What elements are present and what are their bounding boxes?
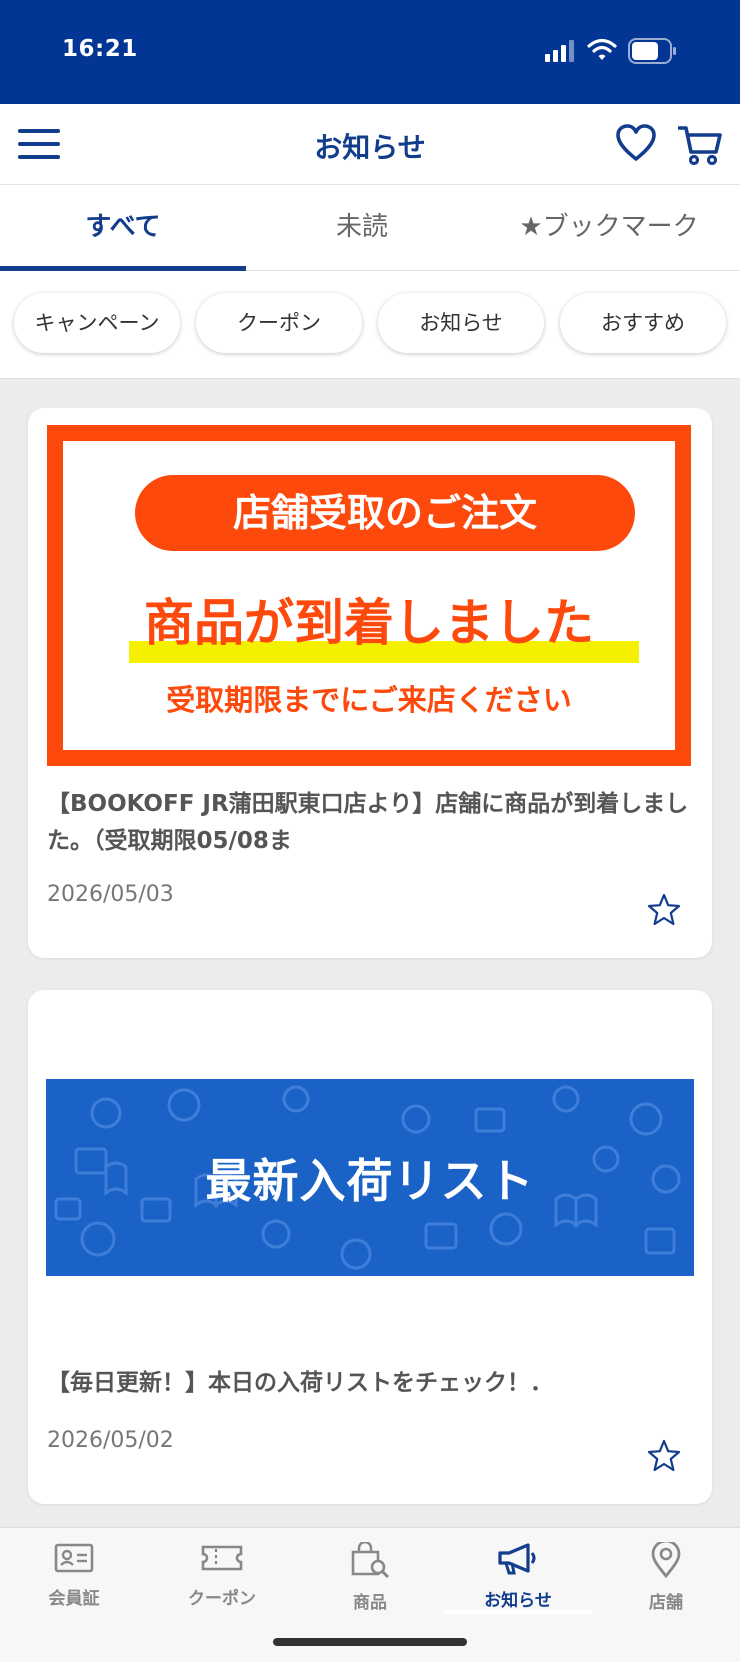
bookmark-star-icon[interactable] [646, 892, 682, 928]
nav-coupon-label: クーポン [188, 1589, 256, 1609]
nav-products-label: 商品 [353, 1593, 387, 1613]
banner-pill-text: 店舗受取のご注文 [135, 475, 635, 551]
nav-notices-label: お知らせ [484, 1591, 552, 1611]
chip-coupon[interactable]: クーポン [196, 293, 362, 353]
home-indicator[interactable] [273, 1638, 467, 1646]
notice-date: 2026/05/03 [47, 882, 174, 907]
notice-card[interactable]: 最新入荷リスト 【毎日更新！】本日の入荷リストをチェック！． 2026/05/0… [28, 990, 712, 1504]
megaphone-icon [498, 1543, 536, 1575]
heart-icon[interactable] [616, 124, 656, 162]
notice-title: 【BOOKOFF JR蒲田駅東口店より】店舗に商品が到着しました。（受取期限05… [47, 791, 689, 854]
chip-recommend[interactable]: おすすめ [560, 293, 726, 353]
tab-unread[interactable]: 未読 [246, 185, 478, 270]
notice-title: 【毎日更新！】本日の入荷リストをチェック！． [47, 1370, 553, 1396]
nav-stores[interactable]: 店舗 [592, 1539, 740, 1613]
chip-campaign[interactable]: キャンペーン [14, 293, 180, 353]
filter-chip-row: キャンペーン クーポン お知らせ おすすめ [0, 271, 740, 379]
banner-subline: 受取期限までにご来店ください [166, 683, 572, 717]
nav-active-indicator [444, 1610, 592, 1614]
banner-headline: 商品が到着しました [144, 594, 594, 652]
nav-member-card[interactable]: 会員証 [0, 1542, 148, 1609]
nav-products[interactable]: 商品 [296, 1540, 444, 1613]
signal-icon [545, 40, 574, 62]
nav-coupon[interactable]: クーポン [148, 1542, 296, 1609]
tab-bookmark[interactable]: ★ブックマーク [478, 185, 740, 270]
location-pin-icon [651, 1539, 681, 1579]
battery-icon [628, 38, 676, 64]
nav-stores-label: 店舗 [649, 1593, 683, 1613]
member-card-icon [54, 1543, 94, 1573]
chip-notice[interactable]: お知らせ [378, 293, 544, 353]
wifi-icon [587, 38, 617, 60]
status-bar: 16:21 [0, 0, 740, 104]
notice-banner-image: 最新入荷リスト [46, 1079, 694, 1276]
tab-all[interactable]: すべて [0, 185, 246, 271]
banner-title: 最新入荷リスト [205, 1154, 535, 1208]
nav-member-card-label: 会員証 [48, 1589, 100, 1609]
ticket-icon [201, 1545, 243, 1571]
notice-card[interactable]: 店舗受取のご注文 商品が到着しました 受取期限までにご来店ください 【BOOKO… [28, 408, 712, 958]
bookmark-star-icon[interactable] [646, 1438, 682, 1474]
notice-banner-image: 店舗受取のご注文 商品が到着しました 受取期限までにご来店ください [47, 425, 691, 766]
tab-bar: すべて 未読 ★ブックマーク [0, 185, 740, 271]
shopping-bag-search-icon [351, 1540, 390, 1579]
cart-icon[interactable] [678, 124, 722, 166]
bottom-nav: 会員証 クーポン 商品 お知らせ 店舗 [0, 1527, 740, 1662]
nav-notices[interactable]: お知らせ [444, 1542, 592, 1611]
notice-date: 2026/05/02 [47, 1428, 174, 1453]
app-header: お知らせ [0, 104, 740, 185]
status-time: 16:21 [62, 36, 138, 62]
